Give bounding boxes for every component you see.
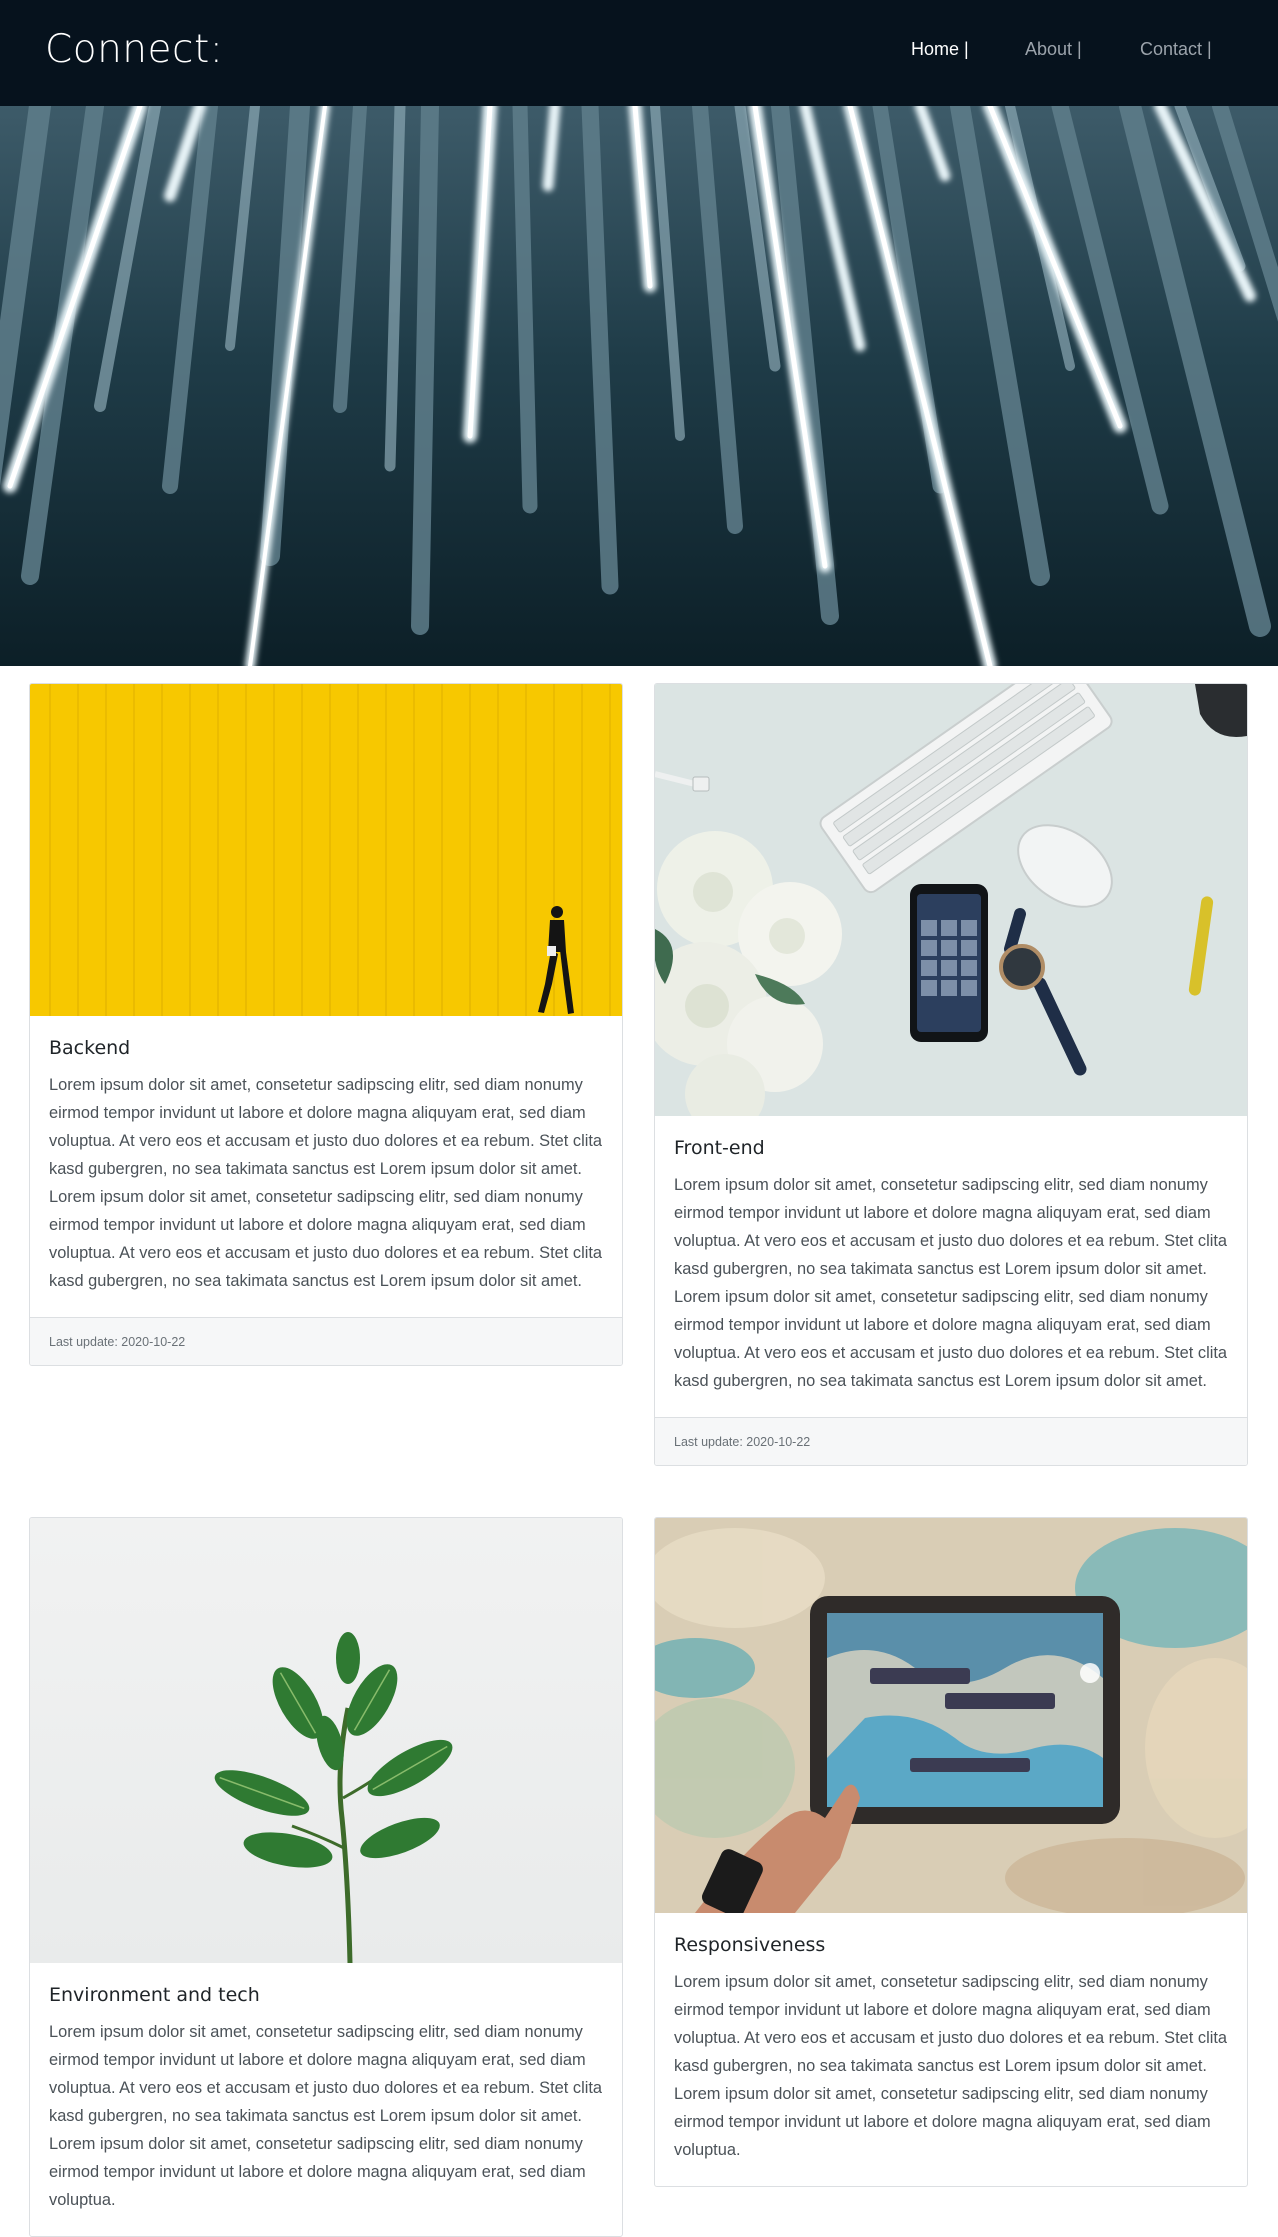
nav-link-home[interactable]: Home | [911,36,969,62]
card-text: Lorem ipsum dolor sit amet, consetetur s… [674,1176,1228,1390]
card-text: Lorem ipsum dolor sit amet, consetetur s… [49,1076,603,1290]
nav-link-contact[interactable]: Contact | [1140,36,1212,62]
nav-link-about[interactable]: About | [1025,36,1082,62]
card-title: Responsiveness [674,1934,826,1956]
brand-logo[interactable]: Connect: [45,22,223,78]
card-text: Lorem ipsum dolor sit amet, consetetur s… [674,1973,1228,2159]
card-footer-last-update: Last update: 2020-10-22 [30,1317,622,1365]
card-image-yellow-wall [30,684,622,1016]
card-title: Front-end [674,1137,765,1159]
hero-image [0,106,1278,666]
hero-light-streaks-image [0,106,1278,666]
card-footer-last-update: Last update: 2020-10-22 [655,1417,1247,1465]
card-image-tablet-map [655,1518,1247,1913]
card-title: Environment and tech [49,1984,260,2006]
card-image-desk-flatlay [655,684,1247,1116]
card-environment-and-tech: Environment and tech Lorem ipsum dolor s… [29,1517,623,2237]
card-image-plant [30,1518,622,1963]
card-responsiveness: Responsiveness Lorem ipsum dolor sit ame… [654,1517,1248,2187]
card-backend: Backend Lorem ipsum dolor sit amet, cons… [29,683,623,1366]
navbar: Connect: Home | About | Contact | [0,0,1278,106]
card-front-end: Front-end Lorem ipsum dolor sit amet, co… [654,683,1248,1466]
card-title: Backend [49,1037,131,1059]
card-text: Lorem ipsum dolor sit amet, consetetur s… [49,2023,603,2209]
